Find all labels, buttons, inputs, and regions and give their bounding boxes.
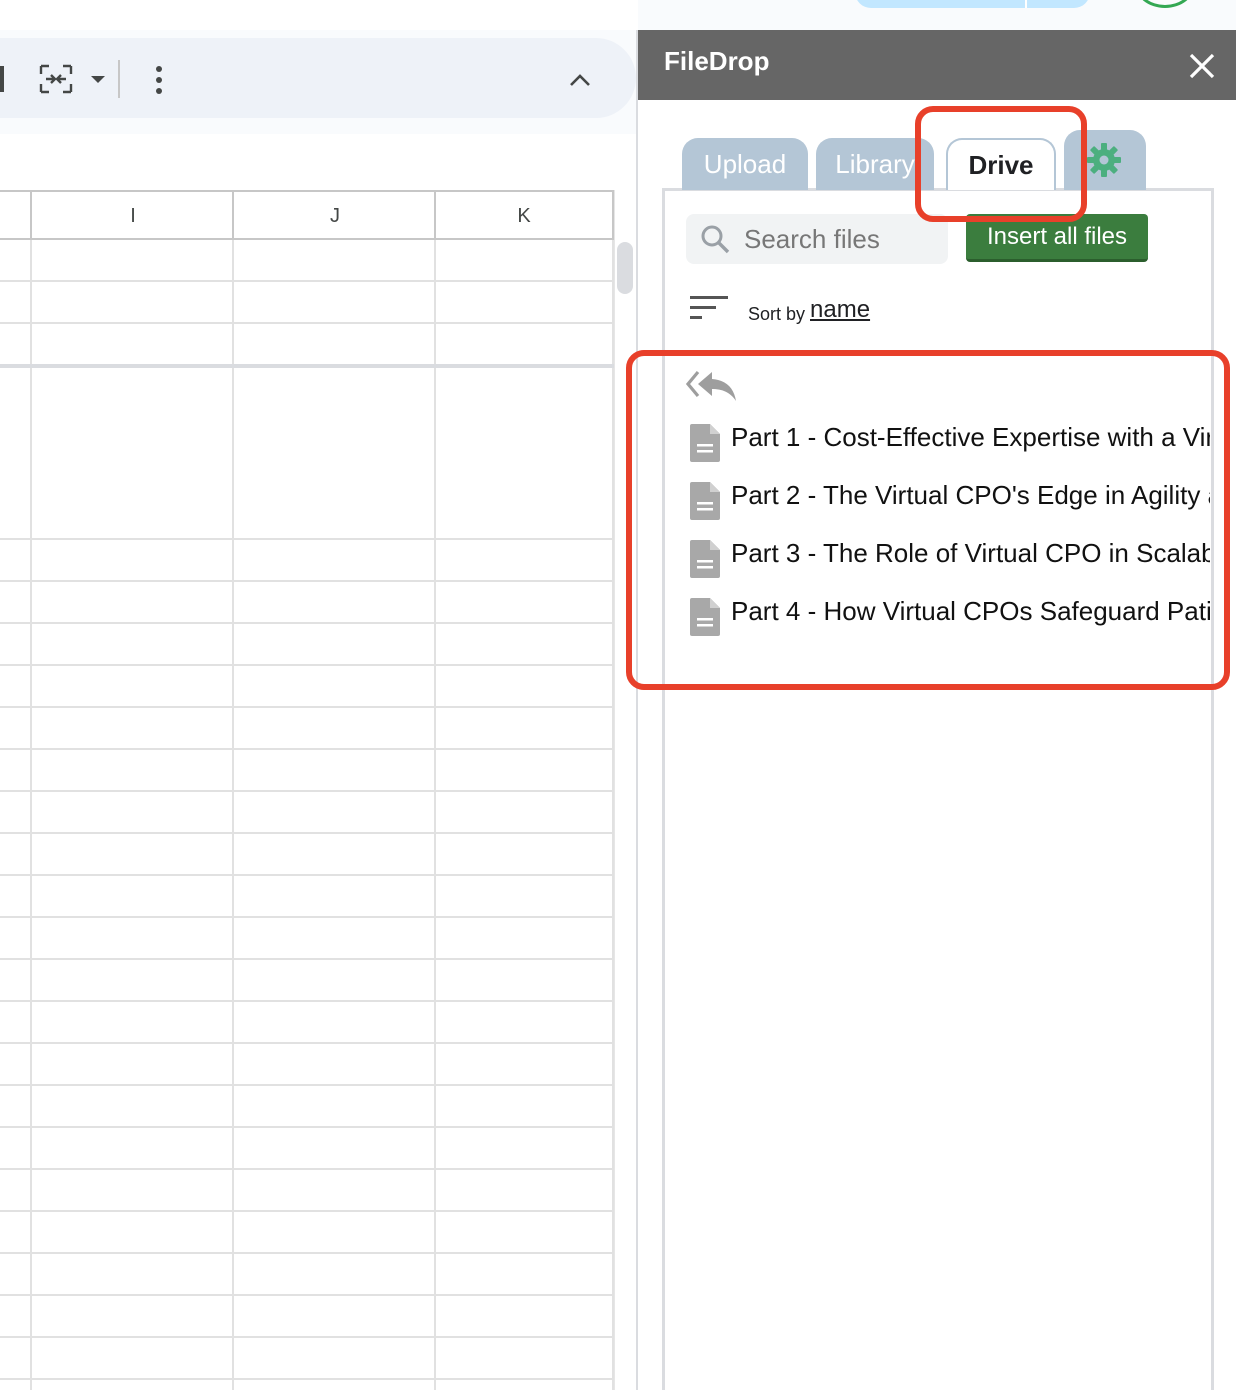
grid-row-line [0,874,614,876]
search-box[interactable] [686,214,948,264]
toolbar-separator [118,60,120,98]
grid-row-line [0,1042,614,1044]
grid-row-line [0,1336,614,1338]
spreadsheet-area: I J K [0,0,638,1390]
panel-header: FileDrop [638,30,1236,100]
grid-row-line [0,1210,614,1212]
grid-row-line [0,664,614,666]
grid-row-line [0,1294,614,1296]
grid-column-line [434,240,436,1390]
chevron-up-icon[interactable] [566,66,594,94]
column-header-j[interactable]: J [232,192,436,240]
share-button-divider [1025,0,1027,8]
column-header-k[interactable]: K [434,192,614,240]
grid-row-line [0,580,614,582]
search-input[interactable] [744,220,940,258]
grid-row-line [0,538,614,540]
tab-upload-label: Upload [703,148,787,179]
grid-row-line [0,832,614,834]
grid-row-line [0,1252,614,1254]
tab-library-label: Library [835,148,915,179]
sheet-grid[interactable]: I J K [0,190,614,1390]
caret-down-icon[interactable] [88,70,108,90]
column-header-row: I J K [0,190,614,240]
column-header-i[interactable]: I [30,192,234,240]
close-icon[interactable] [1186,50,1218,82]
frozen-row-divider [0,364,614,368]
tab-upload[interactable]: Upload [682,138,808,190]
grid-row-line [0,322,614,324]
search-icon [701,225,730,254]
grid-row-line [0,1126,614,1128]
merge-cells-icon[interactable] [38,64,74,94]
more-vert-icon[interactable] [148,64,170,96]
grid-row-line [0,1084,614,1086]
vertical-scrollbar-thumb[interactable] [617,242,633,294]
grid-row-line [0,1168,614,1170]
highlight-drive-tab [915,106,1087,222]
gear-icon [1087,143,1121,177]
sort-icon[interactable] [690,294,730,322]
share-button[interactable] [855,0,1090,8]
grid-row-line [0,1378,614,1380]
column-header-label: J [330,204,340,227]
grid-row-line [0,916,614,918]
grid-row-line [0,1000,614,1002]
sort-label: Sort by [748,304,806,324]
highlight-file-list [626,350,1230,690]
toolbar-partial-icon[interactable] [0,66,4,92]
column-header-label: I [130,204,136,227]
grid-row-line [0,958,614,960]
filedrop-panel: FileDrop Upload Library Drive Search fil… [638,30,1236,1390]
insert-all-files-label: Insert all files [986,222,1128,250]
screen: I J K FileDrop Upload Library Drive Sear… [0,0,1236,1390]
grid-row-line [0,748,614,750]
panel-title: FileDrop [664,46,770,76]
grid-column-line [30,240,32,1390]
grid-row-line [0,706,614,708]
grid-row-line [0,790,614,792]
grid-row-line [0,622,614,624]
sort-by-name-link[interactable]: name [810,296,870,324]
grid-row-line [0,280,614,282]
column-header-label: K [517,204,531,227]
sort-row: Sort by name [690,292,990,332]
grid-column-line [232,240,234,1390]
